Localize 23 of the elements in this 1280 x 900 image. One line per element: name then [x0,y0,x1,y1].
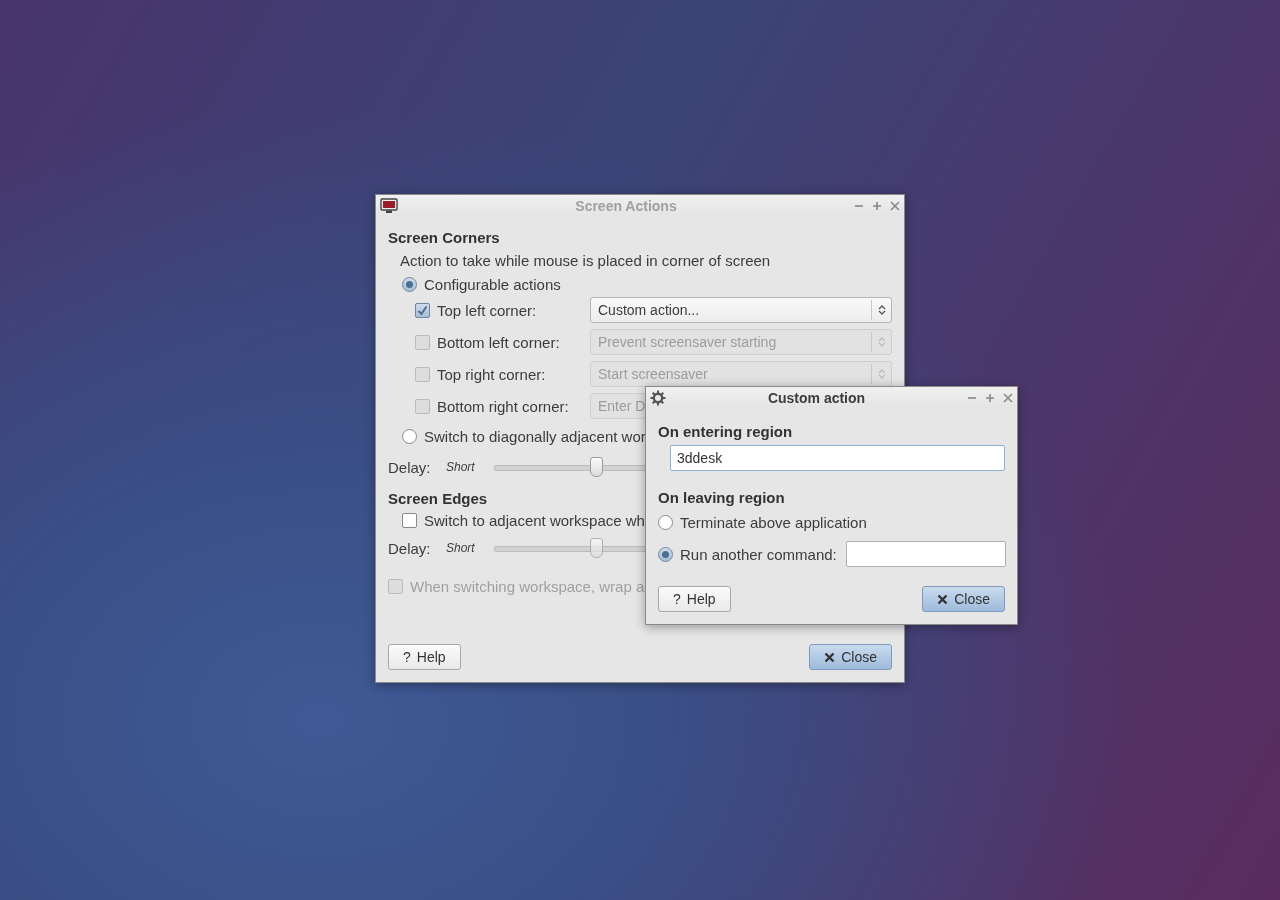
option-label: Configurable actions [424,275,561,293]
option-label: When switching workspace, wrap a [410,577,645,595]
corner-label: Bottom left corner: [437,333,561,351]
slider-min-label: Short [446,460,476,474]
window-title: Custom action [766,390,867,406]
window-title: Screen Actions [574,198,678,214]
description-text: Action to take while mouse is placed in corner of screen [400,252,772,269]
section-heading: Screen Corners [388,229,500,246]
option-label: Switch to adjacent workspace wh [424,511,645,529]
section-heading: On leaving region [658,489,785,506]
option-label: Run another command: [680,545,837,563]
section-heading: On entering region [658,423,793,440]
corner-label: Bottom right corner: [437,397,570,415]
slider-min-label: Short [446,541,476,555]
option-label: Switch to diagonally adjacent wor [424,427,646,445]
option-label: Terminate above application [680,513,867,531]
question-icon: ? [673,591,681,607]
delay-label: Delay: [388,539,432,557]
section-heading: Screen Edges [388,490,488,507]
corner-label: Top right corner: [437,365,547,383]
corner-label: Top left corner: [437,301,538,319]
question-icon: ? [403,649,411,665]
delay-label: Delay: [388,458,432,476]
